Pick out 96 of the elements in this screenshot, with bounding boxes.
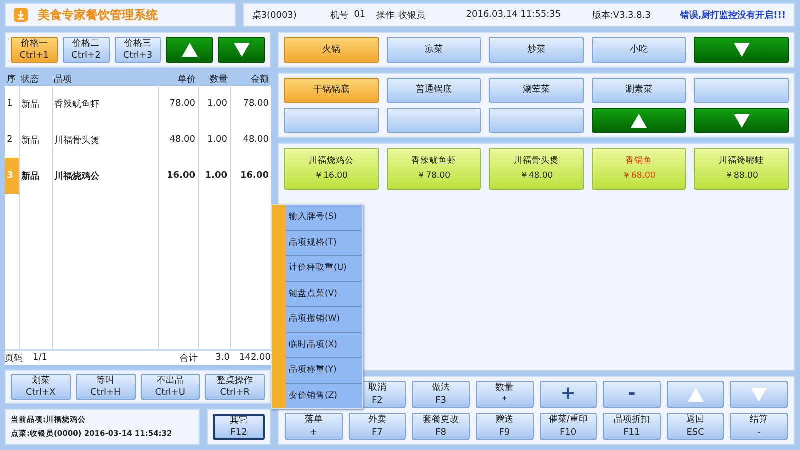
scroll-down-button[interactable] (694, 108, 789, 133)
other-button[interactable]: 其它 F12 (213, 414, 265, 440)
scroll-down-button[interactable] (218, 37, 265, 64)
table-cell: 新品 (19, 86, 52, 122)
scroll-up-button[interactable] (592, 108, 686, 133)
table-cell: 1.00 (198, 158, 230, 194)
up-triangle-icon (631, 114, 648, 128)
down-triangle-icon (734, 114, 750, 128)
column-header: 序 (5, 73, 19, 86)
total-quantity: 3.0 (214, 353, 230, 363)
function-key[interactable]: 赠送 F9 (476, 413, 534, 440)
menu-item[interactable]: 品项规格(T) (286, 230, 362, 256)
operator-label: 操作 (376, 10, 394, 22)
column-header: 单价 (158, 73, 198, 86)
table-cell: 16.00 (230, 158, 271, 194)
menu-item[interactable]: 临时品项(X) (286, 332, 362, 358)
subcategory-tab[interactable]: 干锅锅底 (284, 78, 379, 103)
function-key[interactable] (730, 381, 788, 408)
table-cell: 16.00 (158, 158, 198, 194)
down-triangle-icon (751, 388, 768, 402)
download-icon (14, 8, 28, 22)
page-number: 1/1 (33, 353, 48, 363)
dish-button[interactable]: 香辣鱿鱼虾 ￥78.00 (386, 148, 482, 190)
app-title: 美食专家餐饮管理系统 (38, 6, 158, 24)
operator-name: 收银员 (398, 10, 426, 22)
price-level-button[interactable]: 价格二 Ctrl+2 (62, 37, 110, 64)
function-key[interactable]: 外卖 F7 (348, 413, 406, 440)
column-header: 状态 (19, 73, 52, 86)
function-key[interactable]: - (603, 381, 661, 408)
scroll-down-button[interactable] (694, 37, 789, 63)
function-key[interactable]: 数量 * (476, 381, 534, 408)
up-triangle-icon (688, 388, 704, 402)
category-tab[interactable]: 炒菜 (489, 37, 584, 63)
column-header: 数量 (198, 73, 230, 86)
menu-item[interactable]: 品项称重(Y) (286, 358, 362, 384)
function-key[interactable]: 催菜/重印 F10 (540, 413, 598, 440)
empty-button[interactable] (284, 108, 379, 133)
table-cell: 48.00 (230, 122, 271, 158)
table-cell: 78.00 (158, 86, 198, 122)
category-tab[interactable]: 火锅 (284, 37, 379, 63)
table-number: 桌3(0003) (252, 10, 298, 22)
order-action-button[interactable]: 等叫 Ctrl+H (76, 374, 136, 400)
price-level-button[interactable]: 价格一 Ctrl+1 (11, 37, 58, 64)
function-key[interactable]: + (540, 381, 598, 408)
machine-number: 01 (354, 10, 367, 20)
price-level-button[interactable]: 价格三 Ctrl+3 (114, 37, 162, 64)
dish-button[interactable]: 香锅鱼 ￥68.00 (592, 148, 686, 190)
table-cell: 48.00 (158, 122, 198, 158)
down-triangle-icon (734, 43, 750, 57)
date-time: 2016.03.14 11:55:35 (466, 10, 562, 20)
menu-item[interactable]: 品项撤销(W) (286, 307, 362, 332)
column-header: 金额 (230, 73, 271, 86)
function-key[interactable]: 套餐更改 F8 (412, 413, 470, 440)
table-cell: 香辣鱿鱼虾 (52, 86, 158, 122)
column-header: 品项 (52, 73, 158, 86)
dish-button[interactable]: 川福骨头煲 ￥48.00 (489, 148, 584, 190)
menu-item[interactable]: 计价秤取重(U) (286, 256, 362, 282)
table-cell: 1 (5, 86, 19, 122)
order-action-button[interactable]: 不出品 Ctrl+U (140, 374, 200, 400)
table-cell: 新品 (19, 158, 52, 194)
function-key[interactable]: 结算 - (730, 413, 788, 440)
table-cell: 1.00 (198, 122, 230, 158)
up-triangle-icon (182, 43, 198, 58)
order-action-button[interactable]: 划菜 Ctrl+X (11, 374, 71, 400)
function-key[interactable]: 品项折扣 F11 (603, 413, 661, 440)
machine-label: 机号 (330, 10, 348, 22)
menu-item[interactable]: 输入牌号(S) (286, 205, 362, 230)
menu-item[interactable]: 键盘点菜(V) (286, 282, 362, 307)
table-cell: 78.00 (230, 86, 271, 122)
table-cell: 川福烧鸡公 (52, 158, 158, 194)
table-cell: 3 (5, 158, 19, 194)
empty-button[interactable] (386, 108, 482, 133)
empty-button[interactable] (694, 78, 789, 103)
function-key[interactable]: 做法 F3 (412, 381, 470, 408)
dish-button[interactable]: 川福烧鸡公 ￥16.00 (284, 148, 379, 190)
table-cell: 川福骨头煲 (52, 122, 158, 158)
scroll-up-button[interactable] (166, 37, 214, 64)
version-text: 版本:V3.3.8.3 (592, 10, 652, 22)
function-key[interactable]: 返回 ESC (666, 413, 724, 440)
subcategory-tab[interactable]: 涮荤菜 (489, 78, 584, 103)
dish-button[interactable]: 川福馋嘴蛙 ￥88.00 (694, 148, 789, 190)
category-tab[interactable]: 凉菜 (386, 37, 482, 63)
subcategory-tab[interactable]: 普通锅底 (386, 78, 482, 103)
category-tab[interactable]: 小吃 (592, 37, 686, 63)
page-label: 页码 (5, 352, 24, 364)
total-label: 合计 (179, 352, 198, 364)
down-triangle-icon (234, 43, 250, 58)
error-message: 错误,厨打监控没有开启!!! (680, 9, 786, 22)
function-key[interactable] (666, 381, 724, 408)
empty-button[interactable] (489, 108, 584, 133)
total-amount: 142.00 (238, 353, 271, 363)
subcategory-tab[interactable]: 涮素菜 (592, 78, 686, 103)
order-action-button[interactable]: 整桌操作 Ctrl+R (205, 374, 265, 400)
function-key[interactable]: 落单 + (285, 413, 343, 440)
table-cell: 新品 (19, 122, 52, 158)
table-cell: 1.00 (198, 86, 230, 122)
